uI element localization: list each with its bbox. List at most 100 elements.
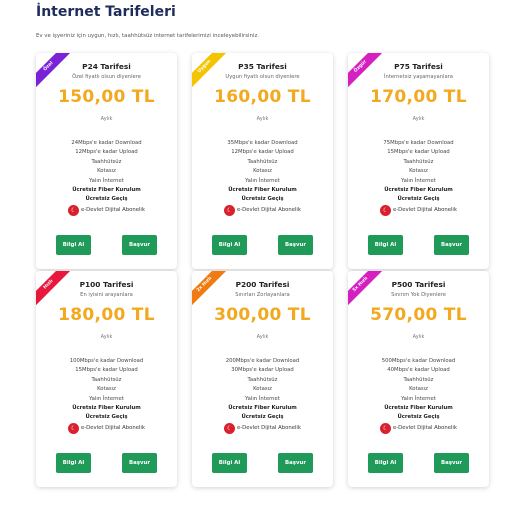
page-subtitle: Ev ve işyeriniz için uygun, hızlı, taahh… (36, 33, 260, 39)
plan-price: 570,00 TL (370, 305, 467, 325)
feature-list: 75Mbps'e kadar Download 15Mbps'e kadar Up… (348, 139, 489, 216)
feature-list: 500Mbps'e kadar Download 40Mbps'e kadar U… (348, 357, 489, 434)
plan-price: 160,00 TL (214, 87, 311, 107)
edevlet-logo-icon: ☾ (380, 422, 392, 434)
feature-item: Taahhütsüz (91, 158, 122, 165)
feature-item: Ücretsiz Fiber Kurulum (72, 405, 141, 412)
edevlet-label: e-Devlet Dijital Abonelik (393, 425, 457, 432)
info-button[interactable]: Bilgi Al (368, 235, 403, 255)
feature-item: 100Mbps'e kadar Download (69, 358, 144, 364)
info-button[interactable]: Bilgi Al (368, 453, 403, 473)
edevlet-label: e-Devlet Dijital Abonelik (393, 207, 457, 214)
feature-list: 35Mbps'e kadar Download 12Mbps'e kadar Up… (192, 139, 333, 216)
feature-item: Ücretsiz Fiber Kurulum (384, 187, 453, 194)
plan-period: Aylık (412, 116, 425, 122)
feature-item: Yalın İnternet (89, 395, 124, 402)
feature-list: 200Mbps'e kadar Download 30Mbps'e kadar U… (192, 357, 333, 434)
feature-item: Ücretsiz Fiber Kurulum (384, 405, 453, 412)
plan-price: 300,00 TL (214, 305, 311, 325)
edevlet-label: e-Devlet Dijital Abonelik (81, 207, 145, 214)
plan-card: Özgür P75 Tarifesi İnternetsiz yaşamayanla… (348, 53, 489, 269)
feature-item: Yalın İnternet (245, 177, 280, 184)
apply-button[interactable]: Başvur (278, 235, 313, 255)
info-button[interactable]: Bilgi Al (212, 235, 247, 255)
plan-period: Aylık (100, 116, 113, 122)
edevlet-row: ☾ e-Devlet Dijital Abonelik (36, 204, 177, 216)
feature-item: 15Mbps'e kadar Upload (75, 367, 138, 374)
edevlet-label: e-Devlet Dijital Abonelik (237, 207, 301, 214)
feature-item: Yalın İnternet (89, 177, 124, 184)
feature-item: Kotasız (97, 386, 116, 393)
plan-period: Aylık (256, 334, 269, 340)
edevlet-label: e-Devlet Dijital Abonelik (237, 425, 301, 432)
plan-name: P500 Tarifesi (391, 280, 446, 289)
plan-badge: Uygun (192, 53, 230, 92)
plan-card: 5x Hızlı P500 Tarifesi Sınırım Yok Diyenle… (348, 271, 489, 487)
plan-description: Uygun fiyatlı olsun diyenlere (225, 74, 300, 80)
plan-period: Aylık (100, 334, 113, 340)
plan-name: P24 Tarifesi (82, 62, 131, 71)
plan-description: En iyisini arayanlara (80, 292, 133, 298)
feature-item: Taahhütsüz (247, 158, 278, 165)
edevlet-logo-icon: ☾ (68, 204, 80, 216)
apply-button[interactable]: Başvur (278, 453, 313, 473)
plan-name: P35 Tarifesi (238, 62, 287, 71)
plan-badge: 5x Hızlı (348, 271, 386, 310)
edevlet-row: ☾ e-Devlet Dijital Abonelik (348, 422, 489, 434)
feature-list: 100Mbps'e kadar Download 15Mbps'e kadar U… (36, 357, 177, 434)
feature-item: Ücretsiz Fiber Kurulum (228, 405, 297, 412)
plan-badge: Hızlı (36, 271, 74, 310)
plan-card: Uygun P35 Tarifesi Uygun fiyatlı olsun diy… (192, 53, 333, 269)
feature-item: Ücretsiz Geçiş (241, 414, 284, 421)
plan-description: Sınırım Yok Diyenlere (391, 292, 446, 298)
edevlet-logo-icon: ☾ (224, 422, 236, 434)
feature-item: Taahhütsüz (247, 376, 278, 383)
plan-name: P200 Tarifesi (235, 280, 290, 289)
plan-description: İnternetsiz yaşamayanlara (384, 74, 453, 80)
feature-item: Yalın İnternet (401, 177, 436, 184)
feature-item: 500Mbps'e kadar Download (381, 358, 456, 364)
feature-item: Ücretsiz Fiber Kurulum (72, 187, 141, 194)
plan-price: 150,00 TL (58, 87, 155, 107)
feature-item: Kotasız (97, 168, 116, 175)
apply-button[interactable]: Başvur (434, 453, 469, 473)
plan-name: P75 Tarifesi (394, 62, 443, 71)
feature-item: Ücretsiz Geçiş (241, 196, 284, 203)
edevlet-logo-icon: ☾ (224, 204, 236, 216)
plan-badge: 2x Hızlı (192, 271, 230, 310)
edevlet-logo-icon: ☾ (380, 204, 392, 216)
plan-badge: Özgür (348, 53, 386, 92)
plan-card: 2x Hızlı P200 Tarifesi Sınırları Zorlayanl… (192, 271, 333, 487)
plan-name: P100 Tarifesi (79, 280, 134, 289)
feature-item: Ücretsiz Fiber Kurulum (228, 187, 297, 194)
feature-item: Taahhütsüz (403, 158, 434, 165)
plan-period: Aylık (256, 116, 269, 122)
feature-item: 12Mbps'e kadar Upload (75, 149, 138, 156)
feature-item: 24Mbps'e kadar Download (71, 140, 142, 146)
feature-item: Ücretsiz Geçiş (85, 196, 128, 203)
info-button[interactable]: Bilgi Al (56, 235, 91, 255)
feature-item: 12Mbps'e kadar Upload (231, 149, 294, 156)
feature-item: Kotasız (253, 386, 272, 393)
plan-price: 180,00 TL (58, 305, 155, 325)
feature-item: Kotasız (409, 168, 428, 175)
info-button[interactable]: Bilgi Al (212, 453, 247, 473)
apply-button[interactable]: Başvur (434, 235, 469, 255)
feature-item: Kotasız (253, 168, 272, 175)
plan-description: Sınırları Zorlayanlara (235, 292, 290, 298)
feature-item: Yalın İnternet (245, 395, 280, 402)
plan-description: Özel fiyatlı olsun diyenlere (72, 74, 141, 80)
plan-badge: Özel (36, 53, 74, 92)
edevlet-row: ☾ e-Devlet Dijital Abonelik (36, 422, 177, 434)
feature-item: Taahhütsüz (91, 376, 122, 383)
info-button[interactable]: Bilgi Al (56, 453, 91, 473)
edevlet-logo-icon: ☾ (68, 422, 80, 434)
plan-period: Aylık (412, 334, 425, 340)
apply-button[interactable]: Başvur (122, 235, 157, 255)
apply-button[interactable]: Başvur (122, 453, 157, 473)
feature-item: Ücretsiz Geçiş (85, 414, 128, 421)
feature-item: Kotasız (409, 386, 428, 393)
feature-item: Ücretsiz Geçiş (397, 196, 440, 203)
feature-item: 40Mbps'e kadar Upload (387, 367, 450, 374)
page-title: İnternet Tarifeleri (36, 4, 176, 20)
